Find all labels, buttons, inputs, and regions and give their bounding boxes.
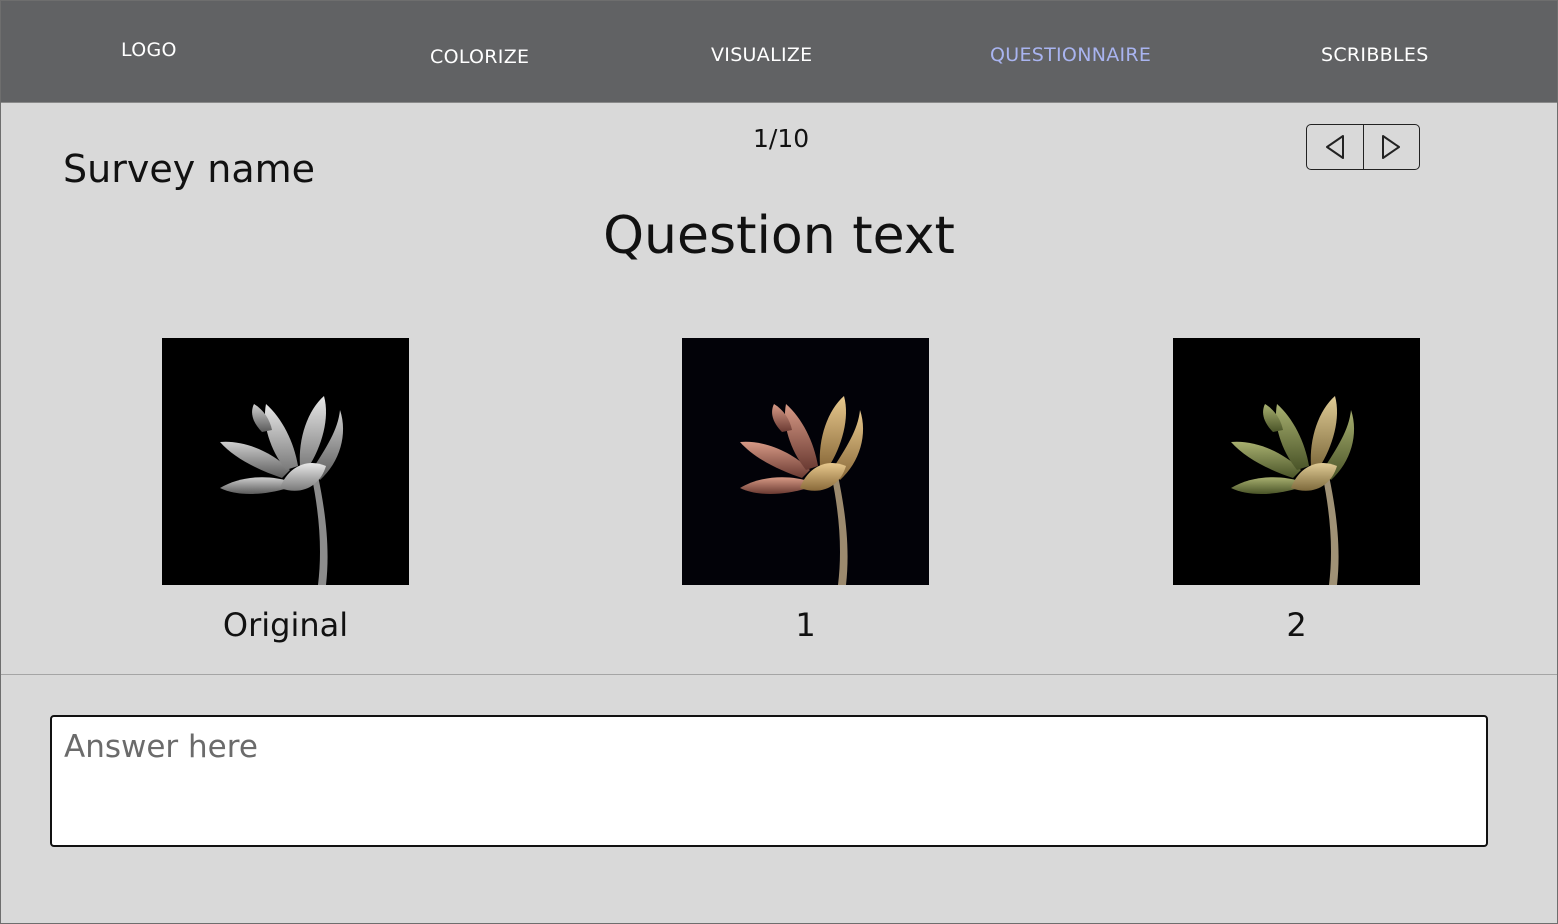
app-window: LOGO COLORIZE VISUALIZE QUESTIONNAIRE SC… [0,0,1558,924]
next-question-button[interactable] [1364,125,1420,169]
page-counter: 1/10 [753,124,810,153]
lotus-image-colorized-2[interactable] [1173,338,1420,585]
nav-item-colorize[interactable]: COLORIZE [430,46,529,68]
option-original[interactable]: Original [162,338,409,644]
triangle-right-icon [1382,135,1401,159]
logo: LOGO [121,39,177,61]
lotus-image-grayscale[interactable] [162,338,409,585]
option-caption: 2 [1286,606,1307,644]
question-pager [1306,124,1420,170]
survey-name: Survey name [63,147,316,191]
question-text: Question text [603,206,955,266]
option-2[interactable]: 2 [1173,338,1420,644]
option-1[interactable]: 1 [682,338,929,644]
answer-field[interactable] [50,715,1488,847]
lotus-image-colorized-1[interactable] [682,338,929,585]
nav-item-scribbles[interactable]: SCRIBBLES [1321,44,1429,66]
option-caption: Original [222,606,349,644]
option-caption: 1 [795,606,816,644]
top-navbar: LOGO COLORIZE VISUALIZE QUESTIONNAIRE SC… [1,1,1557,103]
nav-item-questionnaire[interactable]: QUESTIONNAIRE [990,44,1151,66]
nav-item-visualize[interactable]: VISUALIZE [711,44,812,66]
previous-question-button[interactable] [1307,125,1364,169]
section-divider [1,674,1557,675]
triangle-left-icon [1325,135,1344,159]
